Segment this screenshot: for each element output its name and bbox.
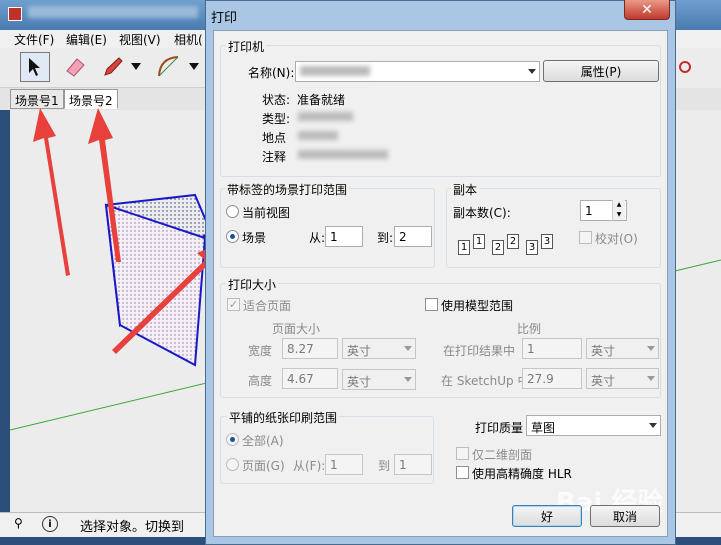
comment-label: 注释 [262, 150, 287, 164]
tiled-all-label: 全部(A) [242, 434, 284, 448]
fit-page-label: 适合页面 [243, 299, 292, 313]
scene-from-input[interactable]: 1 [325, 226, 363, 247]
current-view-label: 当前视图 [242, 206, 291, 220]
properties-button[interactable]: 属性(P) [543, 60, 659, 82]
printer-name-select[interactable] [295, 61, 540, 82]
collate-page-icon: 3 [541, 234, 553, 249]
tiled-pages-label: 页面(G) [242, 459, 285, 473]
in-printout-unit-value: 英寸 [591, 344, 616, 358]
scale-label: 比例 [517, 322, 542, 336]
collate-page-icon: 3 [526, 240, 538, 255]
status-text: 选择对象。切换到 [80, 520, 185, 535]
collate-page-icon: 1 [473, 234, 485, 249]
copies-count-label: 副本数(C): [453, 206, 511, 220]
tiled-to-input[interactable]: 1 [394, 454, 432, 475]
scene-to-label: 到: [377, 231, 394, 245]
print-quality-select[interactable]: 草图 [526, 415, 661, 436]
high-accuracy-hlr-checkbox[interactable] [456, 466, 469, 479]
arrow-to-tab2 [88, 108, 121, 262]
collate-checkbox[interactable] [579, 231, 592, 244]
scene-from-label: 从: [309, 231, 326, 245]
close-button[interactable]: ✕ [624, 0, 670, 20]
copies-group [446, 188, 661, 268]
comment-value-blurred [298, 150, 388, 159]
page-size-label: 页面大小 [272, 322, 321, 336]
tiled-from-input[interactable]: 1 [325, 454, 363, 475]
tiled-to-label: 到 [378, 459, 391, 473]
copies-count-value: 1 [585, 204, 593, 218]
collate-label: 校对(O) [595, 232, 638, 246]
spin-down-icon[interactable]: ▼ [613, 210, 625, 220]
tiled-range-group-title: 平铺的纸张印刷范围 [227, 409, 340, 426]
chevron-down-icon [528, 69, 536, 74]
collate-page-icon: 2 [492, 240, 504, 255]
type-label: 类型: [262, 112, 291, 126]
printer-name-label: 名称(N): [248, 66, 295, 80]
hint-bulb-icon[interactable]: ⚲ [14, 516, 26, 532]
height-unit-select[interactable]: 英寸 [342, 369, 416, 390]
tiled-all-radio[interactable] [226, 433, 239, 446]
chevron-down-icon [647, 376, 655, 381]
in-printout-label: 在打印结果中 [443, 344, 516, 358]
tiled-from-label: 从(F): [293, 459, 326, 473]
printer-group-title: 打印机 [226, 38, 267, 55]
print-quality-label: 打印质量 [475, 421, 524, 435]
where-value-blurred [298, 131, 338, 140]
tiled-pages-radio[interactable] [226, 458, 239, 471]
status-label: 状态: [262, 93, 291, 107]
in-sketchup-unit-select[interactable]: 英寸 [586, 368, 659, 389]
in-sketchup-unit-value: 英寸 [591, 374, 616, 388]
scenes-label: 场景 [242, 231, 267, 245]
in-printout-unit-select[interactable]: 英寸 [586, 338, 659, 359]
chevron-down-icon [649, 423, 657, 428]
current-view-radio[interactable] [226, 205, 239, 218]
model-extents-label: 使用模型范围 [441, 299, 514, 313]
print-quality-value: 草图 [531, 421, 556, 435]
ok-button[interactable]: 好 [512, 505, 582, 527]
print-size-group-title: 打印大小 [226, 276, 279, 293]
chevron-down-icon [647, 346, 655, 351]
arrow-to-tab1 [33, 108, 70, 276]
height-label: 高度 [248, 374, 273, 388]
width-unit-select[interactable]: 英寸 [342, 338, 416, 359]
status-value: 准备就绪 [297, 93, 346, 107]
scenes-radio[interactable] [226, 230, 239, 243]
where-label: 地点 [262, 131, 287, 145]
width-unit-value: 英寸 [347, 344, 372, 358]
copies-spinner[interactable]: ▲ ▼ [612, 200, 625, 221]
in-printout-input[interactable]: 1 [522, 338, 582, 359]
scene-range-group-title: 带标签的场景打印范围 [225, 181, 350, 198]
high-accuracy-hlr-label: 使用高精确度 HLR [472, 467, 572, 481]
model-extents-checkbox[interactable] [425, 298, 438, 311]
printer-name-blurred [300, 66, 370, 76]
chevron-down-icon [404, 346, 412, 351]
in-sketchup-label: 在 SketchUp 中 [441, 374, 530, 388]
two-d-section-checkbox[interactable] [456, 447, 469, 460]
two-d-section-label: 仅二维剖面 [472, 448, 533, 462]
dialog-title: 打印 [211, 11, 238, 26]
fit-page-checkbox[interactable]: ✓ [227, 298, 240, 311]
info-icon[interactable]: i [42, 516, 58, 532]
width-input[interactable]: 8.27 [282, 338, 338, 359]
chevron-down-icon [404, 377, 412, 382]
height-unit-value: 英寸 [347, 375, 372, 389]
collate-page-icon: 2 [507, 234, 519, 249]
type-value-blurred [298, 112, 353, 121]
collate-page-icon: 1 [458, 240, 470, 255]
cancel-button[interactable]: 取消 [590, 505, 660, 527]
spin-up-icon[interactable]: ▲ [613, 200, 625, 210]
copies-group-title: 副本 [451, 181, 480, 198]
in-sketchup-input[interactable]: 27.9 [522, 368, 582, 389]
height-input[interactable]: 4.67 [282, 368, 338, 389]
width-label: 宽度 [248, 344, 273, 358]
scene-to-input[interactable]: 2 [394, 226, 432, 247]
